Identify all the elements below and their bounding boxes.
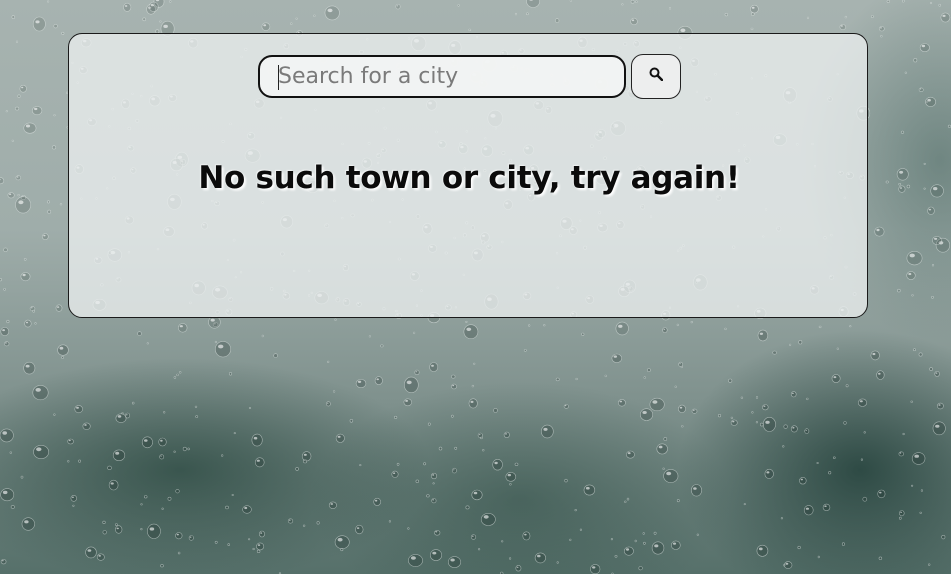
weather-card: No such town or city, try again! [68,33,868,318]
search-icon [649,66,664,85]
search-input[interactable] [258,55,626,98]
search-button[interactable] [631,54,681,99]
error-message: No such town or city, try again! [198,160,740,196]
text-caret [278,65,279,90]
